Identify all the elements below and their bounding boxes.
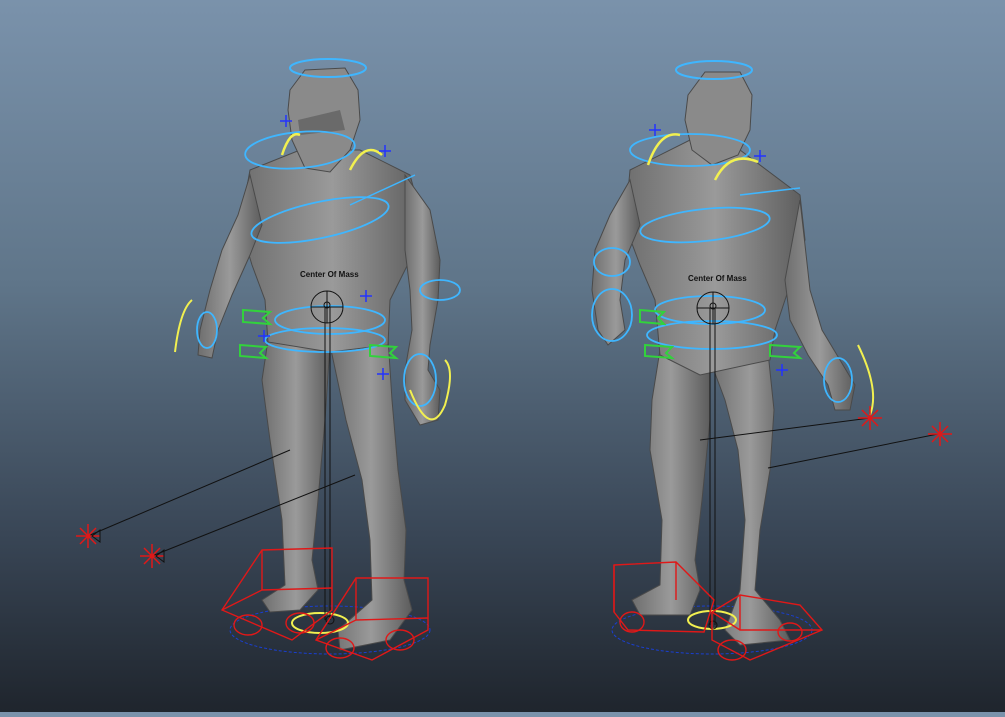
- front-pole-line-left: [87, 449, 291, 537]
- back-com-label: Center Of Mass: [688, 274, 747, 283]
- maya-viewport[interactable]: Center Of Mass Center Of Mass: [0, 0, 1005, 712]
- back-pole-line-upper: [699, 417, 871, 441]
- back-pole-line-lower: [767, 433, 939, 469]
- front-character[interactable]: Center Of Mass: [76, 58, 461, 661]
- back-right-arm: [784, 199, 856, 411]
- front-foot-ground-ctrl[interactable]: [291, 612, 349, 634]
- front-right-leg: [329, 337, 413, 651]
- front-com-label: Center Of Mass: [300, 270, 359, 279]
- back-hand-ctrl-right[interactable]: [857, 344, 875, 416]
- locator-star-icon[interactable]: [858, 406, 882, 430]
- back-character[interactable]: Center Of Mass: [591, 60, 952, 661]
- back-left-leg: [631, 349, 711, 616]
- front-hand-ctrl-left[interactable]: [174, 299, 193, 353]
- back-left-arm: [591, 178, 641, 346]
- locator-star-icon[interactable]: [76, 524, 100, 548]
- viewport-canvas[interactable]: Center Of Mass Center Of Mass: [0, 0, 1005, 712]
- locator-star-icon[interactable]: [928, 422, 952, 446]
- locator-star-icon[interactable]: [140, 544, 164, 568]
- front-left-leg: [261, 339, 331, 613]
